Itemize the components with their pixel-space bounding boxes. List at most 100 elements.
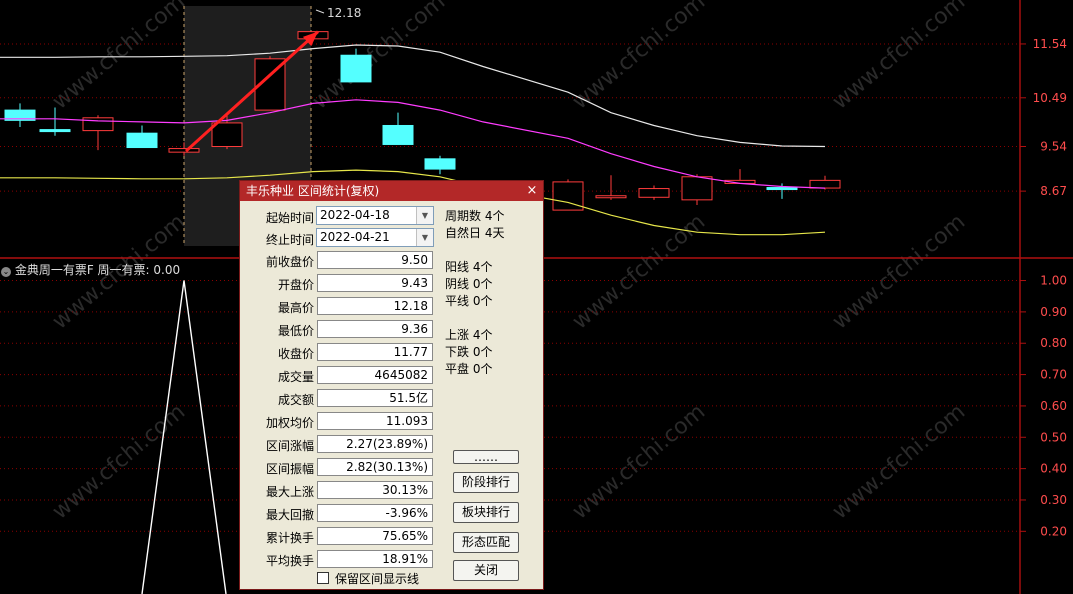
- stat-field-row: 最高价 12.18: [240, 296, 440, 317]
- stage-ranking-button[interactable]: 阶段排行: [453, 472, 519, 493]
- stat-field-row: 开盘价 9.43: [240, 273, 440, 294]
- stat-field-label: 区间涨幅: [265, 439, 314, 453]
- price-tick-label: 9.54: [1040, 140, 1067, 154]
- candle-body: [681, 176, 713, 201]
- sector-ranking-button[interactable]: 板块排行: [453, 502, 519, 523]
- candle[interactable]: [424, 155, 456, 175]
- stat-field-value: 30.13%: [317, 481, 433, 499]
- high-marker-line: [315, 9, 325, 14]
- start-time-row: 起始时间 2022-04-18 ▼: [240, 206, 440, 227]
- indicator-tick-label: 0.90: [1040, 305, 1067, 319]
- stat-field-row: 最大上涨 30.13%: [240, 480, 440, 501]
- candle[interactable]: [595, 175, 627, 200]
- stat-field-label: 加权均价: [265, 416, 314, 430]
- count-stat: 平盘 0个: [445, 362, 493, 376]
- stat-field-row: 收盘价 11.77: [240, 342, 440, 363]
- indicator-tick-label: 0.80: [1040, 336, 1067, 350]
- indicator-tick-label: 0.50: [1040, 430, 1067, 444]
- keep-range-lines-checkbox[interactable]: 保留区间显示线: [317, 570, 419, 587]
- interval-stats-dialog: 丰乐种业 区间统计(复权) × 起始时间 2022-04-18 ▼ 终止时间 20…: [239, 180, 544, 590]
- candle-body: [126, 132, 158, 149]
- stat-field-label: 最低价: [277, 324, 314, 338]
- indicator-tick-label: 0.60: [1040, 399, 1067, 413]
- indicator-tick-label: 0.70: [1040, 368, 1067, 382]
- indicator-tick-label: 0.30: [1040, 493, 1067, 507]
- stat-field-row: 最低价 9.36: [240, 319, 440, 340]
- indicator-collapse-icon[interactable]: ⌄: [1, 267, 11, 277]
- count-stat: 上涨 4个: [445, 328, 493, 342]
- stat-field-label: 最大回撤: [265, 508, 314, 522]
- candle[interactable]: [4, 103, 36, 128]
- stat-field-row: 最大回撤 -3.96%: [240, 503, 440, 524]
- count-stat: 平线 0个: [445, 294, 493, 308]
- candle-body: [168, 148, 200, 153]
- stat-field-row: 区间涨幅 2.27(23.89%): [240, 434, 440, 455]
- stat-field-label: 区间振幅: [265, 462, 314, 476]
- candle[interactable]: [638, 185, 670, 200]
- stat-field-row: 前收盘价 9.50: [240, 250, 440, 271]
- price-tick-label: 11.54: [1033, 37, 1067, 51]
- indicator-tick-label: 0.20: [1040, 524, 1067, 538]
- end-time-label: 终止时间: [265, 233, 314, 247]
- stat-field-label: 最高价: [277, 301, 314, 315]
- checkbox-box[interactable]: [317, 572, 329, 584]
- more-button[interactable]: ……: [453, 450, 519, 464]
- stat-field-row: 平均换手 18.91%: [240, 549, 440, 570]
- indicator-title-text: 金典周一有票F 周一有票: 0.00: [14, 263, 181, 277]
- close-icon[interactable]: ×: [525, 181, 539, 201]
- stat-field-label: 前收盘价: [265, 255, 314, 269]
- count-stat: 下跌 0个: [445, 345, 493, 359]
- close-button[interactable]: 关闭: [453, 560, 519, 581]
- stat-field-label: 成交量: [277, 370, 314, 384]
- stat-field-label: 累计换手: [265, 531, 314, 545]
- stat-field-value: 4645082: [317, 366, 433, 384]
- candle-body: [424, 158, 456, 170]
- candle-body: [595, 195, 627, 199]
- stat-field-label: 平均换手: [265, 554, 314, 568]
- stat-field-value: 2.27(23.89%): [317, 435, 433, 453]
- count-stat: 周期数 4个: [445, 209, 505, 223]
- stat-field-value: 51.5亿: [317, 389, 433, 407]
- stat-field-value: -3.96%: [317, 504, 433, 522]
- stat-field-value: 12.18: [317, 297, 433, 315]
- stat-field-value: 9.50: [317, 251, 433, 269]
- stat-field-value: 75.65%: [317, 527, 433, 545]
- watermark-text: www.cfchi.com: [828, 209, 970, 334]
- candle-body: [809, 179, 841, 189]
- stat-field-label: 开盘价: [277, 278, 314, 292]
- watermark-text: www.cfchi.com: [48, 399, 190, 524]
- stat-field-value: 11.093: [317, 412, 433, 430]
- stat-field-label: 最大上涨: [265, 485, 314, 499]
- stat-field-value: 9.36: [317, 320, 433, 338]
- indicator-tick-label: 0.40: [1040, 462, 1067, 476]
- candle-body: [340, 54, 372, 83]
- dialog-titlebar[interactable]: 丰乐种业 区间统计(复权) ×: [240, 181, 543, 201]
- stat-field-row: 累计换手 75.65%: [240, 526, 440, 547]
- stat-field-row: 成交额 51.5亿: [240, 388, 440, 409]
- start-date-picker[interactable]: 2022-04-18 ▼: [316, 206, 434, 225]
- watermark-text: www.cfchi.com: [568, 399, 710, 524]
- stat-field-label: 成交额: [277, 393, 314, 407]
- stat-field-value: 9.43: [317, 274, 433, 292]
- watermark-text: www.cfchi.com: [828, 399, 970, 524]
- end-date-picker[interactable]: 2022-04-21 ▼: [316, 228, 434, 247]
- stat-field-label: 收盘价: [277, 347, 314, 361]
- pattern-match-button[interactable]: 形态匹配: [453, 532, 519, 553]
- stat-field-value: 2.82(30.13%): [317, 458, 433, 476]
- dialog-title: 丰乐种业 区间统计(复权): [246, 184, 380, 198]
- candle[interactable]: [382, 112, 414, 145]
- price-tick-label: 10.49: [1033, 91, 1067, 105]
- candle-body: [638, 188, 670, 198]
- count-stat: 自然日 4天: [445, 226, 505, 240]
- stat-field-row: 成交量 4645082: [240, 365, 440, 386]
- end-time-row: 终止时间 2022-04-21 ▼: [240, 228, 440, 249]
- candle-body: [39, 129, 71, 133]
- indicator-tick-label: 1.00: [1040, 274, 1067, 288]
- high-price-marker: 12.18: [327, 6, 361, 20]
- chevron-down-icon[interactable]: ▼: [416, 207, 433, 224]
- count-stat: 阳线 4个: [445, 260, 493, 274]
- candle[interactable]: [126, 125, 158, 149]
- chevron-down-icon[interactable]: ▼: [416, 229, 433, 246]
- start-time-label: 起始时间: [265, 211, 314, 225]
- candle-body: [766, 187, 798, 191]
